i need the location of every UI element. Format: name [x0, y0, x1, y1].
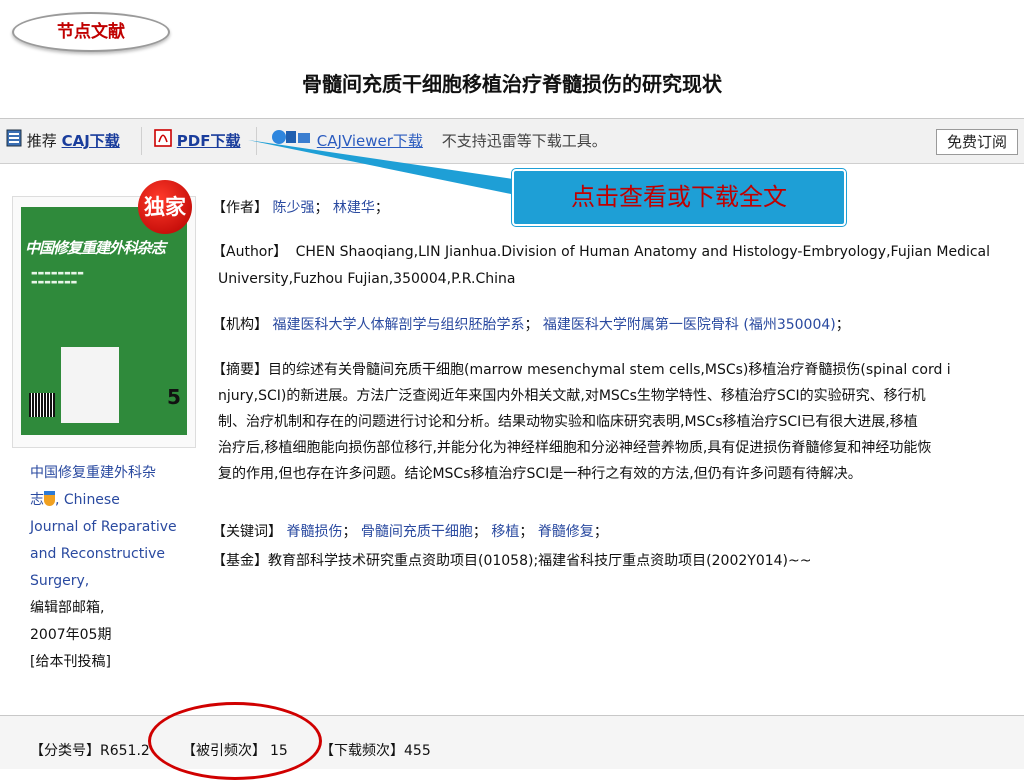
medal-icon: [44, 491, 55, 506]
barcode-icon: [29, 393, 55, 417]
institution-link[interactable]: 福建医科大学附属第一医院骨科 (福州350004): [543, 317, 836, 333]
abstract-text: 制、治疗机制和存在的问题进行讨论和分析。结果动物实验和临床研究表明,MSCs移植…: [218, 414, 918, 430]
view-download-callout: 点击查看或下载全文: [512, 169, 846, 226]
abstract-label: 【摘要】: [212, 362, 268, 378]
class-label: 【分类号】: [30, 743, 100, 759]
download-label: 【下载频次】: [320, 743, 404, 759]
fund-text: 教育部科学技术研究重点资助项目(01058);福建省科技厅重点资助项目(2002…: [268, 553, 812, 569]
abstract-row: 【摘要】目的综述有关骨髓间充质干细胞(marrow mesenchymal st…: [212, 357, 1012, 487]
download-value: 455: [404, 743, 431, 759]
cover-panel: [61, 347, 119, 423]
abstract-text: 治疗后,移植细胞能向损伤部位移行,并能分化为神经样细胞和分泌神经营养物质,具有促…: [218, 440, 932, 456]
cover-image: 中国修复重建外科杂志 ▬▬▬▬▬▬▬▬ ▬▬▬▬▬▬▬ 5: [21, 207, 187, 435]
institution-link[interactable]: 福建医科大学人体解剖学与组织胚胎学系: [272, 317, 524, 333]
author-link[interactable]: 陈少强: [272, 200, 314, 216]
cover-decoration: ▬▬▬▬▬▬▬▬ ▬▬▬▬▬▬▬: [31, 269, 84, 286]
cover-issue-number: 5: [167, 385, 181, 409]
abstract-text: 目的综述有关骨髓间充质干细胞(marrow mesenchymal stem c…: [268, 362, 951, 378]
keywords-row: 【关键词】 脊髓损伤； 骨髓间充质干细胞； 移植； 脊髓修复；: [212, 524, 608, 540]
journal-cover[interactable]: 中国修复重建外科杂志 ▬▬▬▬▬▬▬▬ ▬▬▬▬▬▬▬ 5: [12, 196, 196, 448]
cover-title: 中国修复重建外科杂志: [25, 239, 166, 257]
keyword-link[interactable]: 脊髓损伤: [286, 524, 342, 540]
keywords-label: 【关键词】: [212, 524, 282, 540]
author-en-label: 【Author】: [212, 244, 288, 260]
keyword-link[interactable]: 脊髓修复: [538, 524, 594, 540]
journal-name-link[interactable]: 中国修复重建外科杂: [30, 465, 156, 481]
journal-name-link-cont[interactable]: 志: [30, 492, 44, 508]
fund-row: 【基金】教育部科学技术研究重点资助项目(01058);福建省科技厅重点资助项目(…: [212, 548, 811, 575]
journal-issue[interactable]: 2007年05期: [30, 622, 190, 649]
journal-name-en: and Reconstructive: [30, 546, 166, 562]
journal-name-en: Journal of Reparative: [30, 519, 177, 535]
abstract-text: njury,SCI)的新进展。方法广泛查阅近年来国内外相关文献,对MSCs生物学…: [218, 388, 926, 404]
download-count: 【下载频次】455: [320, 740, 431, 760]
classification: 【分类号】R651.2: [30, 740, 150, 760]
institution-row: 【机构】 福建医科大学人体解剖学与组织胚胎学系； 福建医科大学附属第一医院骨科 …: [212, 317, 850, 333]
author-en-row: 【Author】 CHEN Shaoqiang,LIN Jianhua.Divi…: [212, 239, 1012, 293]
institution-label: 【机构】: [212, 317, 268, 333]
authors-label: 【作者】: [212, 200, 268, 216]
author-en-text: CHEN Shaoqiang,LIN Jianhua.Division of H…: [295, 244, 991, 260]
exclusive-badge: 独家: [138, 180, 192, 234]
author-en-text-cont: University,Fuzhou Fujian,350004,P.R.Chin…: [218, 271, 516, 287]
keyword-link[interactable]: 移植: [491, 524, 519, 540]
author-link[interactable]: 林建华: [333, 200, 375, 216]
journal-name-en: , Chinese: [55, 492, 120, 508]
highlight-oval: [148, 702, 322, 780]
submit-manuscript-link[interactable]: [给本刊投稿]: [30, 649, 190, 676]
keyword-link[interactable]: 骨髓间充质干细胞: [361, 524, 473, 540]
journal-info: 中国修复重建外科杂 志 , Chinese Journal of Reparati…: [30, 460, 190, 676]
journal-name-en: Surgery,: [30, 573, 90, 589]
abstract-text: 复的作用,但也存在许多问题。结论MSCs移植治疗SCI是一种行之有效的方法,但仍…: [218, 466, 862, 482]
class-value: R651.2: [100, 743, 150, 759]
fund-label: 【基金】: [212, 553, 268, 569]
editorial-email-link[interactable]: 编辑部邮箱,: [30, 595, 190, 622]
authors-row: 【作者】 陈少强； 林建华；: [212, 200, 389, 216]
